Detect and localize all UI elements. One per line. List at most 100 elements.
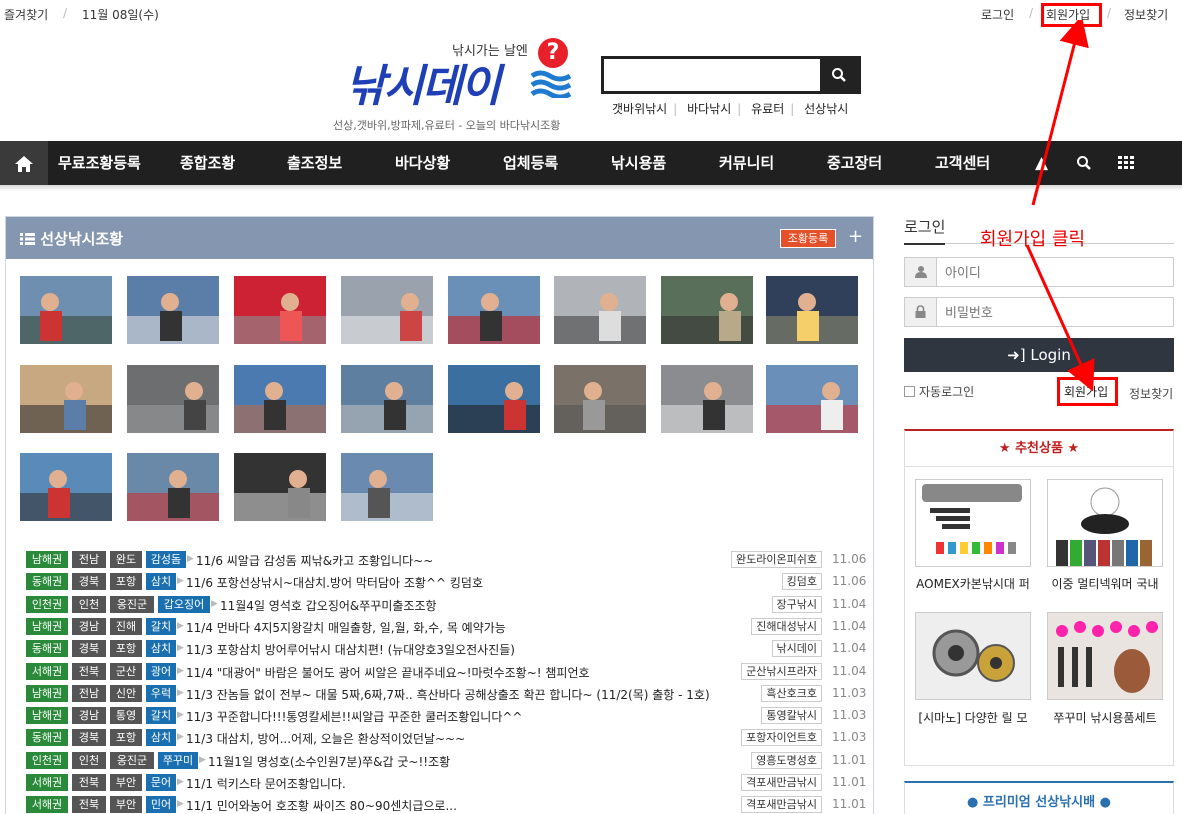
report-title[interactable]: 11/4 먼바다 4지5지왕갈치 매일출항, 일,월, 화,수, 목 예약가능	[186, 619, 506, 636]
area-tag[interactable]: 경남	[72, 617, 106, 635]
city-tag[interactable]: 포항	[110, 729, 142, 747]
fish-tag[interactable]: 감성돔	[146, 551, 186, 568]
find-info-link-sidebar[interactable]: 정보찾기	[1129, 385, 1173, 402]
city-tag[interactable]: 부안	[110, 774, 142, 791]
nav-fishing-gear[interactable]: 낚시용품	[611, 141, 666, 185]
report-thumbnail[interactable]	[127, 453, 219, 521]
report-source[interactable]: 군산낚시프라자	[741, 662, 822, 680]
city-tag[interactable]: 군산	[110, 662, 142, 680]
login-link[interactable]: 로그인	[981, 6, 1014, 23]
report-title[interactable]: 11/1 민어와농어 호조황 싸이즈 80~90센치급으로...	[186, 797, 457, 814]
report-row[interactable]: 서해권 전북 부안 민어 11/1 민어와농어 호조황 싸이즈 80~90센치급으로..…	[26, 795, 866, 814]
region-tag[interactable]: 남해권	[26, 617, 68, 635]
report-source[interactable]: 흑산호크호	[761, 684, 822, 702]
city-tag[interactable]: 진해	[110, 617, 142, 635]
search-input[interactable]	[608, 62, 822, 88]
nav-business-register[interactable]: 업체등록	[503, 141, 558, 185]
report-title[interactable]: 11월1일 명성호(소수인원7분)쭈&갑 굿~!!조황	[208, 753, 450, 770]
city-tag[interactable]: 부안	[110, 796, 142, 814]
report-title[interactable]: 11월4일 영석호 갑오징어&쭈꾸미출조조항	[220, 597, 437, 614]
report-row[interactable]: 동해권 경북 포항 삼치 11/3 포항삼치 방어루어낚시 대삼치편! (뉴대양호3일오…	[26, 639, 866, 659]
area-tag[interactable]: 경북	[72, 573, 106, 591]
report-source[interactable]: 낚시데이	[771, 640, 822, 658]
region-tag[interactable]: 남해권	[26, 707, 68, 725]
region-tag[interactable]: 인천권	[26, 751, 68, 769]
area-tag[interactable]: 경북	[72, 729, 106, 747]
city-tag[interactable]: 포항	[110, 573, 142, 591]
report-thumbnail[interactable]	[341, 365, 433, 433]
report-title[interactable]: 11/1 럭키스타 문어조황입니다.	[186, 775, 346, 792]
quick-link-paid[interactable]: 유료터	[751, 102, 784, 116]
report-thumbnail[interactable]	[766, 365, 858, 433]
fish-tag[interactable]: 광어	[146, 662, 176, 680]
quick-link-boat[interactable]: 선상낚시	[804, 102, 848, 116]
product-name-rod[interactable]: AOMEX카본낚시대 퍼	[914, 575, 1032, 592]
product-name-neckwarmer[interactable]: 이중 멀티넥워머 국내	[1046, 575, 1164, 592]
fish-tag[interactable]: 문어	[146, 774, 176, 791]
fish-tag[interactable]: 갈치	[146, 707, 176, 725]
bookmark-link[interactable]: 즐겨찾기	[4, 6, 48, 23]
region-tag[interactable]: 동해권	[26, 573, 68, 591]
report-thumbnail[interactable]	[448, 276, 540, 344]
report-register-button[interactable]: 조황등록	[780, 229, 836, 248]
product-image-neckwarmer[interactable]	[1047, 479, 1163, 567]
report-row[interactable]: 남해권 경남 통영 갈치 11/3 꾸준합니다!!!통영칼세븐!!씨알급 꾸준한 쿨러조…	[26, 706, 866, 726]
report-row[interactable]: 남해권 경남 진해 갈치 11/4 먼바다 4지5지왕갈치 매일출항, 일,월, 화,수…	[26, 617, 866, 637]
area-tag[interactable]: 인천	[72, 595, 106, 613]
area-tag[interactable]: 경북	[72, 640, 106, 658]
fish-tag[interactable]: 삼치	[146, 729, 176, 747]
home-button[interactable]	[0, 141, 48, 185]
site-logo[interactable]: 낚시데이	[345, 50, 501, 114]
city-tag[interactable]: 신안	[110, 684, 142, 702]
find-info-link-top[interactable]: 정보찾기	[1124, 6, 1168, 23]
report-thumbnail[interactable]	[661, 276, 753, 344]
auto-login[interactable]: 자동로그인	[904, 383, 974, 400]
product-image-squid-set[interactable]	[1047, 612, 1163, 700]
auto-login-checkbox[interactable]	[904, 386, 915, 397]
report-row[interactable]: 서해권 전북 군산 광어 11/4 "대광어" 바람은 불어도 광어 씨알은 끝내주네요…	[26, 662, 866, 682]
report-thumbnail[interactable]	[127, 365, 219, 433]
area-tag[interactable]: 전북	[72, 774, 106, 791]
report-title[interactable]: 11/3 꾸준합니다!!!통영칼세븐!!씨알급 꾸준한 쿨러조황입니다^^	[186, 708, 522, 725]
report-thumbnail[interactable]	[341, 276, 433, 344]
quick-link-rock[interactable]: 갯바위낚시	[612, 102, 667, 116]
report-title[interactable]: 11/4 "대광어" 바람은 불어도 광어 씨알은 끝내주네요~!마럿수조황~!…	[186, 664, 590, 681]
report-title[interactable]: 11/6 포항선상낚시~대삼치.방어 막터담아 조황^^ 킹덤호	[186, 574, 483, 591]
report-thumbnail[interactable]	[20, 453, 112, 521]
report-source[interactable]: 통영칼낚시	[761, 707, 822, 725]
region-tag[interactable]: 남해권	[26, 684, 68, 702]
report-row[interactable]: 남해권 전남 신안 우럭 11/3 잔놈들 없이 전부~ 대물 5짜,6짜,7짜.. 흑…	[26, 684, 866, 704]
region-tag[interactable]: 동해권	[26, 640, 68, 658]
nav-sea-status[interactable]: 바다상황	[395, 141, 450, 185]
area-tag[interactable]: 경남	[72, 707, 106, 725]
report-thumbnail[interactable]	[554, 276, 646, 344]
report-source[interactable]: 킹덤호	[781, 573, 822, 591]
city-tag[interactable]: 옹진군	[110, 595, 154, 613]
report-row[interactable]: 서해권 전북 부안 문어 11/1 럭키스타 문어조황입니다. 격포새만금낚시 11.01 ▶	[26, 773, 866, 793]
area-tag[interactable]: 전북	[72, 796, 106, 814]
area-tag[interactable]: 전남	[72, 551, 106, 568]
nav-free-report[interactable]: 무료조황등록	[58, 141, 141, 185]
product-name-reel[interactable]: [시마노] 다양한 릴 모	[914, 709, 1032, 726]
city-tag[interactable]: 통영	[110, 707, 142, 725]
more-plus-icon[interactable]: +	[848, 226, 863, 247]
report-row[interactable]: 인천권 인천 옹진군 쭈꾸미 11월1일 명성호(소수인원7분)쭈&갑 굿~!!조황 영흥…	[26, 751, 866, 771]
report-source[interactable]: 완도라이온피쉬호	[731, 551, 822, 568]
report-row[interactable]: 동해권 경북 포항 삼치 11/3 대삼치, 방어...어제, 오늘은 환상적이었던날~…	[26, 728, 866, 748]
report-title[interactable]: 11/6 씨알급 감성돔 찌낚&카고 조황입니다~~	[196, 552, 433, 569]
nav-used-market[interactable]: 중고장터	[827, 141, 882, 185]
fish-tag[interactable]: 민어	[146, 796, 176, 814]
city-tag[interactable]: 포항	[110, 640, 142, 658]
report-thumbnail[interactable]	[341, 453, 433, 521]
fish-tag[interactable]: 삼치	[146, 640, 176, 658]
report-thumbnail[interactable]	[20, 276, 112, 344]
region-tag[interactable]: 서해권	[26, 662, 68, 680]
report-title[interactable]: 11/3 대삼치, 방어...어제, 오늘은 환상적이었던날~~~	[186, 730, 465, 747]
fish-tag[interactable]: 쭈꾸미	[158, 751, 198, 769]
fish-tag[interactable]: 삼치	[146, 573, 176, 591]
city-tag[interactable]: 완도	[110, 551, 142, 568]
quick-link-sea[interactable]: 바다낚시	[687, 102, 731, 116]
region-tag[interactable]: 서해권	[26, 774, 68, 791]
search-button[interactable]	[820, 59, 858, 91]
city-tag[interactable]: 옹진군	[110, 751, 154, 769]
